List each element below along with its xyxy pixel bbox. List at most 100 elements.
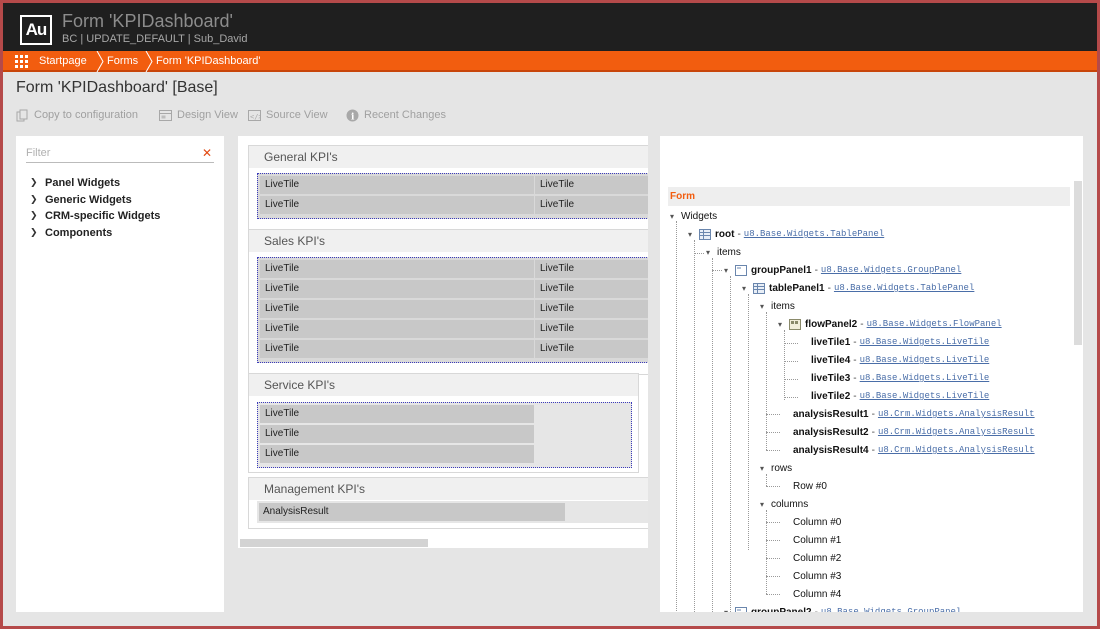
live-tile[interactable]: LiveTile [260, 176, 534, 194]
breadcrumb-startpage[interactable]: Startpage [39, 51, 87, 72]
tree-node-analysisresult1[interactable]: analysisResult1- u8.Crm.Widgets.Analysis… [793, 406, 1035, 422]
widget-type-link[interactable]: u8.Base.Widgets.LiveTile [860, 337, 990, 347]
apps-grid-icon[interactable] [15, 55, 28, 68]
tree-node-items[interactable]: ▾ items [760, 298, 795, 314]
svg-text:</>: </> [250, 113, 261, 121]
tree-node-livetile1[interactable]: liveTile1- u8.Base.Widgets.LiveTile [811, 334, 989, 350]
live-tile[interactable]: LiveTile [535, 280, 648, 298]
widget-type-link[interactable]: u8.Base.Widgets.LiveTile [860, 355, 990, 365]
breadcrumb-current-form[interactable]: Form 'KPIDashboard' [156, 51, 260, 72]
widget-tree-panel: Form ▾ Widgets ▾ root - u8.Base.Widgets.… [660, 136, 1083, 612]
widget-type-link[interactable]: u8.Base.Widgets.GroupPanel [821, 265, 961, 275]
widget-type-link[interactable]: u8.Base.Widgets.FlowPanel [867, 319, 1002, 329]
tree-node-grouppanel1[interactable]: ▾ groupPanel1- u8.Base.Widgets.GroupPane… [724, 262, 961, 278]
collapse-icon[interactable]: ▾ [778, 320, 787, 329]
tree-header: Form [668, 187, 1070, 206]
group-panel-management-kpis[interactable]: Management KPI's AnalysisResult [248, 477, 648, 529]
source-view-button[interactable]: </> Source View [248, 106, 328, 124]
chevron-right-icon: ❯ [30, 228, 38, 238]
widget-type-link[interactable]: u8.Base.Widgets.LiveTile [860, 391, 990, 401]
analysis-panel[interactable]: AnalysisResult [257, 501, 648, 523]
live-tile[interactable]: LiveTile [260, 445, 534, 463]
category-generic-widgets[interactable]: ❯ Generic Widgets [30, 192, 132, 208]
collapse-icon[interactable]: ▾ [742, 284, 751, 293]
tree-node-livetile4[interactable]: liveTile4- u8.Base.Widgets.LiveTile [811, 352, 989, 368]
widget-type-link[interactable]: u8.Base.Widgets.LiveTile [860, 373, 990, 383]
collapse-icon[interactable]: ▾ [688, 230, 697, 239]
flow-panel[interactable]: LiveTile LiveTile LiveTile LiveTile Live… [257, 257, 648, 363]
breadcrumb: Startpage Forms Form 'KPIDashboard' [3, 51, 1097, 72]
app-logo[interactable]: Au [20, 15, 52, 45]
collapse-icon[interactable]: ▾ [706, 248, 715, 257]
tree-node-column-1[interactable]: Column #1 [793, 532, 841, 548]
copy-icon [16, 109, 29, 122]
flow-panel[interactable]: LiveTile LiveTile LiveTile LiveTile [257, 173, 648, 219]
live-tile[interactable]: LiveTile [535, 176, 648, 194]
tree-node-analysisresult4[interactable]: analysisResult4- u8.Crm.Widgets.Analysis… [793, 442, 1035, 458]
filter-input[interactable] [26, 147, 186, 159]
tree-node-rows[interactable]: ▾ rows [760, 460, 792, 476]
live-tile[interactable]: LiveTile [260, 425, 534, 443]
group-panel-service-kpis[interactable]: Service KPI's LiveTile LiveTile LiveTile [248, 373, 639, 473]
collapse-icon[interactable]: ▾ [760, 500, 769, 509]
widget-type-link[interactable]: u8.Crm.Widgets.AnalysisResult [878, 409, 1035, 419]
live-tile[interactable]: LiveTile [260, 260, 534, 278]
live-tile[interactable]: LiveTile [535, 300, 648, 318]
tree-node-tablepanel1[interactable]: ▾ tablePanel1- u8.Base.Widgets.TablePane… [742, 280, 974, 296]
clear-filter-icon[interactable]: ✕ [202, 146, 212, 160]
tree-node-livetile3[interactable]: liveTile3- u8.Base.Widgets.LiveTile [811, 370, 989, 386]
tree-node-root[interactable]: ▾ root - u8.Base.Widgets.TablePanel [688, 226, 884, 242]
category-components[interactable]: ❯ Components [30, 225, 112, 241]
collapse-icon[interactable]: ▾ [760, 464, 769, 473]
live-tile[interactable]: LiveTile [260, 196, 534, 214]
group-panel-general-kpis[interactable]: General KPI's LiveTile LiveTile LiveTile… [248, 145, 648, 231]
collapse-icon[interactable]: ▾ [670, 212, 679, 221]
collapse-icon[interactable]: ▾ [760, 302, 769, 311]
category-label: Panel Widgets [45, 177, 121, 189]
group-title: Service KPI's [249, 374, 638, 396]
breadcrumb-forms[interactable]: Forms [107, 51, 138, 72]
tree-node-column-2[interactable]: Column #2 [793, 550, 841, 566]
live-tile[interactable]: LiveTile [260, 405, 534, 423]
widget-type-link[interactable]: u8.Crm.Widgets.AnalysisResult [878, 427, 1035, 437]
recent-changes-button[interactable]: i Recent Changes [346, 106, 446, 124]
horizontal-scrollbar[interactable] [240, 539, 428, 547]
collapse-icon[interactable]: ▾ [724, 608, 733, 613]
source-view-label: Source View [266, 109, 328, 121]
widget-type-link[interactable]: u8.Base.Widgets.GroupPanel [821, 607, 961, 612]
tree-node-column-3[interactable]: Column #3 [793, 568, 841, 584]
page-title: Form 'KPIDashboard' [Base] [16, 79, 218, 96]
tree-node-column-0[interactable]: Column #0 [793, 514, 841, 530]
vertical-scrollbar[interactable] [1074, 181, 1082, 345]
collapse-icon[interactable]: ▾ [724, 266, 733, 275]
live-tile[interactable]: LiveTile [535, 320, 648, 338]
copy-to-configuration-label: Copy to configuration [34, 109, 138, 121]
group-panel-icon [735, 606, 747, 612]
live-tile[interactable]: LiveTile [260, 300, 534, 318]
category-panel-widgets[interactable]: ❯ Panel Widgets [30, 175, 120, 191]
tree-node-columns[interactable]: ▾ columns [760, 496, 808, 512]
tree-node-grouppanel2[interactable]: ▾ groupPanel2- u8.Base.Widgets.GroupPane… [724, 604, 961, 612]
analysis-result-widget[interactable]: AnalysisResult [259, 503, 565, 521]
tree-node-row-0[interactable]: Row #0 [793, 478, 827, 494]
live-tile[interactable]: LiveTile [260, 320, 534, 338]
tree-node-items[interactable]: ▾ items [706, 244, 741, 260]
tree-node-livetile2[interactable]: liveTile2- u8.Base.Widgets.LiveTile [811, 388, 989, 404]
tree-node-flowpanel2[interactable]: ▾ flowPanel2- u8.Base.Widgets.FlowPanel [778, 316, 1002, 332]
tree-node-analysisresult2[interactable]: analysisResult2- u8.Crm.Widgets.Analysis… [793, 424, 1035, 440]
flow-panel[interactable]: LiveTile LiveTile LiveTile [257, 402, 632, 468]
live-tile[interactable]: LiveTile [260, 340, 534, 358]
widget-type-link[interactable]: u8.Base.Widgets.TablePanel [834, 283, 974, 293]
widget-type-link[interactable]: u8.Crm.Widgets.AnalysisResult [878, 445, 1035, 455]
live-tile[interactable]: LiveTile [535, 340, 648, 358]
widget-type-link[interactable]: u8.Base.Widgets.TablePanel [744, 229, 884, 239]
tree-node-column-4[interactable]: Column #4 [793, 586, 841, 602]
tree-node-widgets[interactable]: ▾ Widgets [670, 208, 717, 224]
live-tile[interactable]: LiveTile [535, 260, 648, 278]
copy-to-configuration-button[interactable]: Copy to configuration [16, 106, 138, 124]
live-tile[interactable]: LiveTile [260, 280, 534, 298]
group-panel-sales-kpis[interactable]: Sales KPI's LiveTile LiveTile LiveTile L… [248, 229, 648, 375]
category-crm-specific-widgets[interactable]: ❯ CRM-specific Widgets [30, 208, 160, 224]
design-view-button[interactable]: Design View [159, 106, 238, 124]
live-tile[interactable]: LiveTile [535, 196, 648, 214]
